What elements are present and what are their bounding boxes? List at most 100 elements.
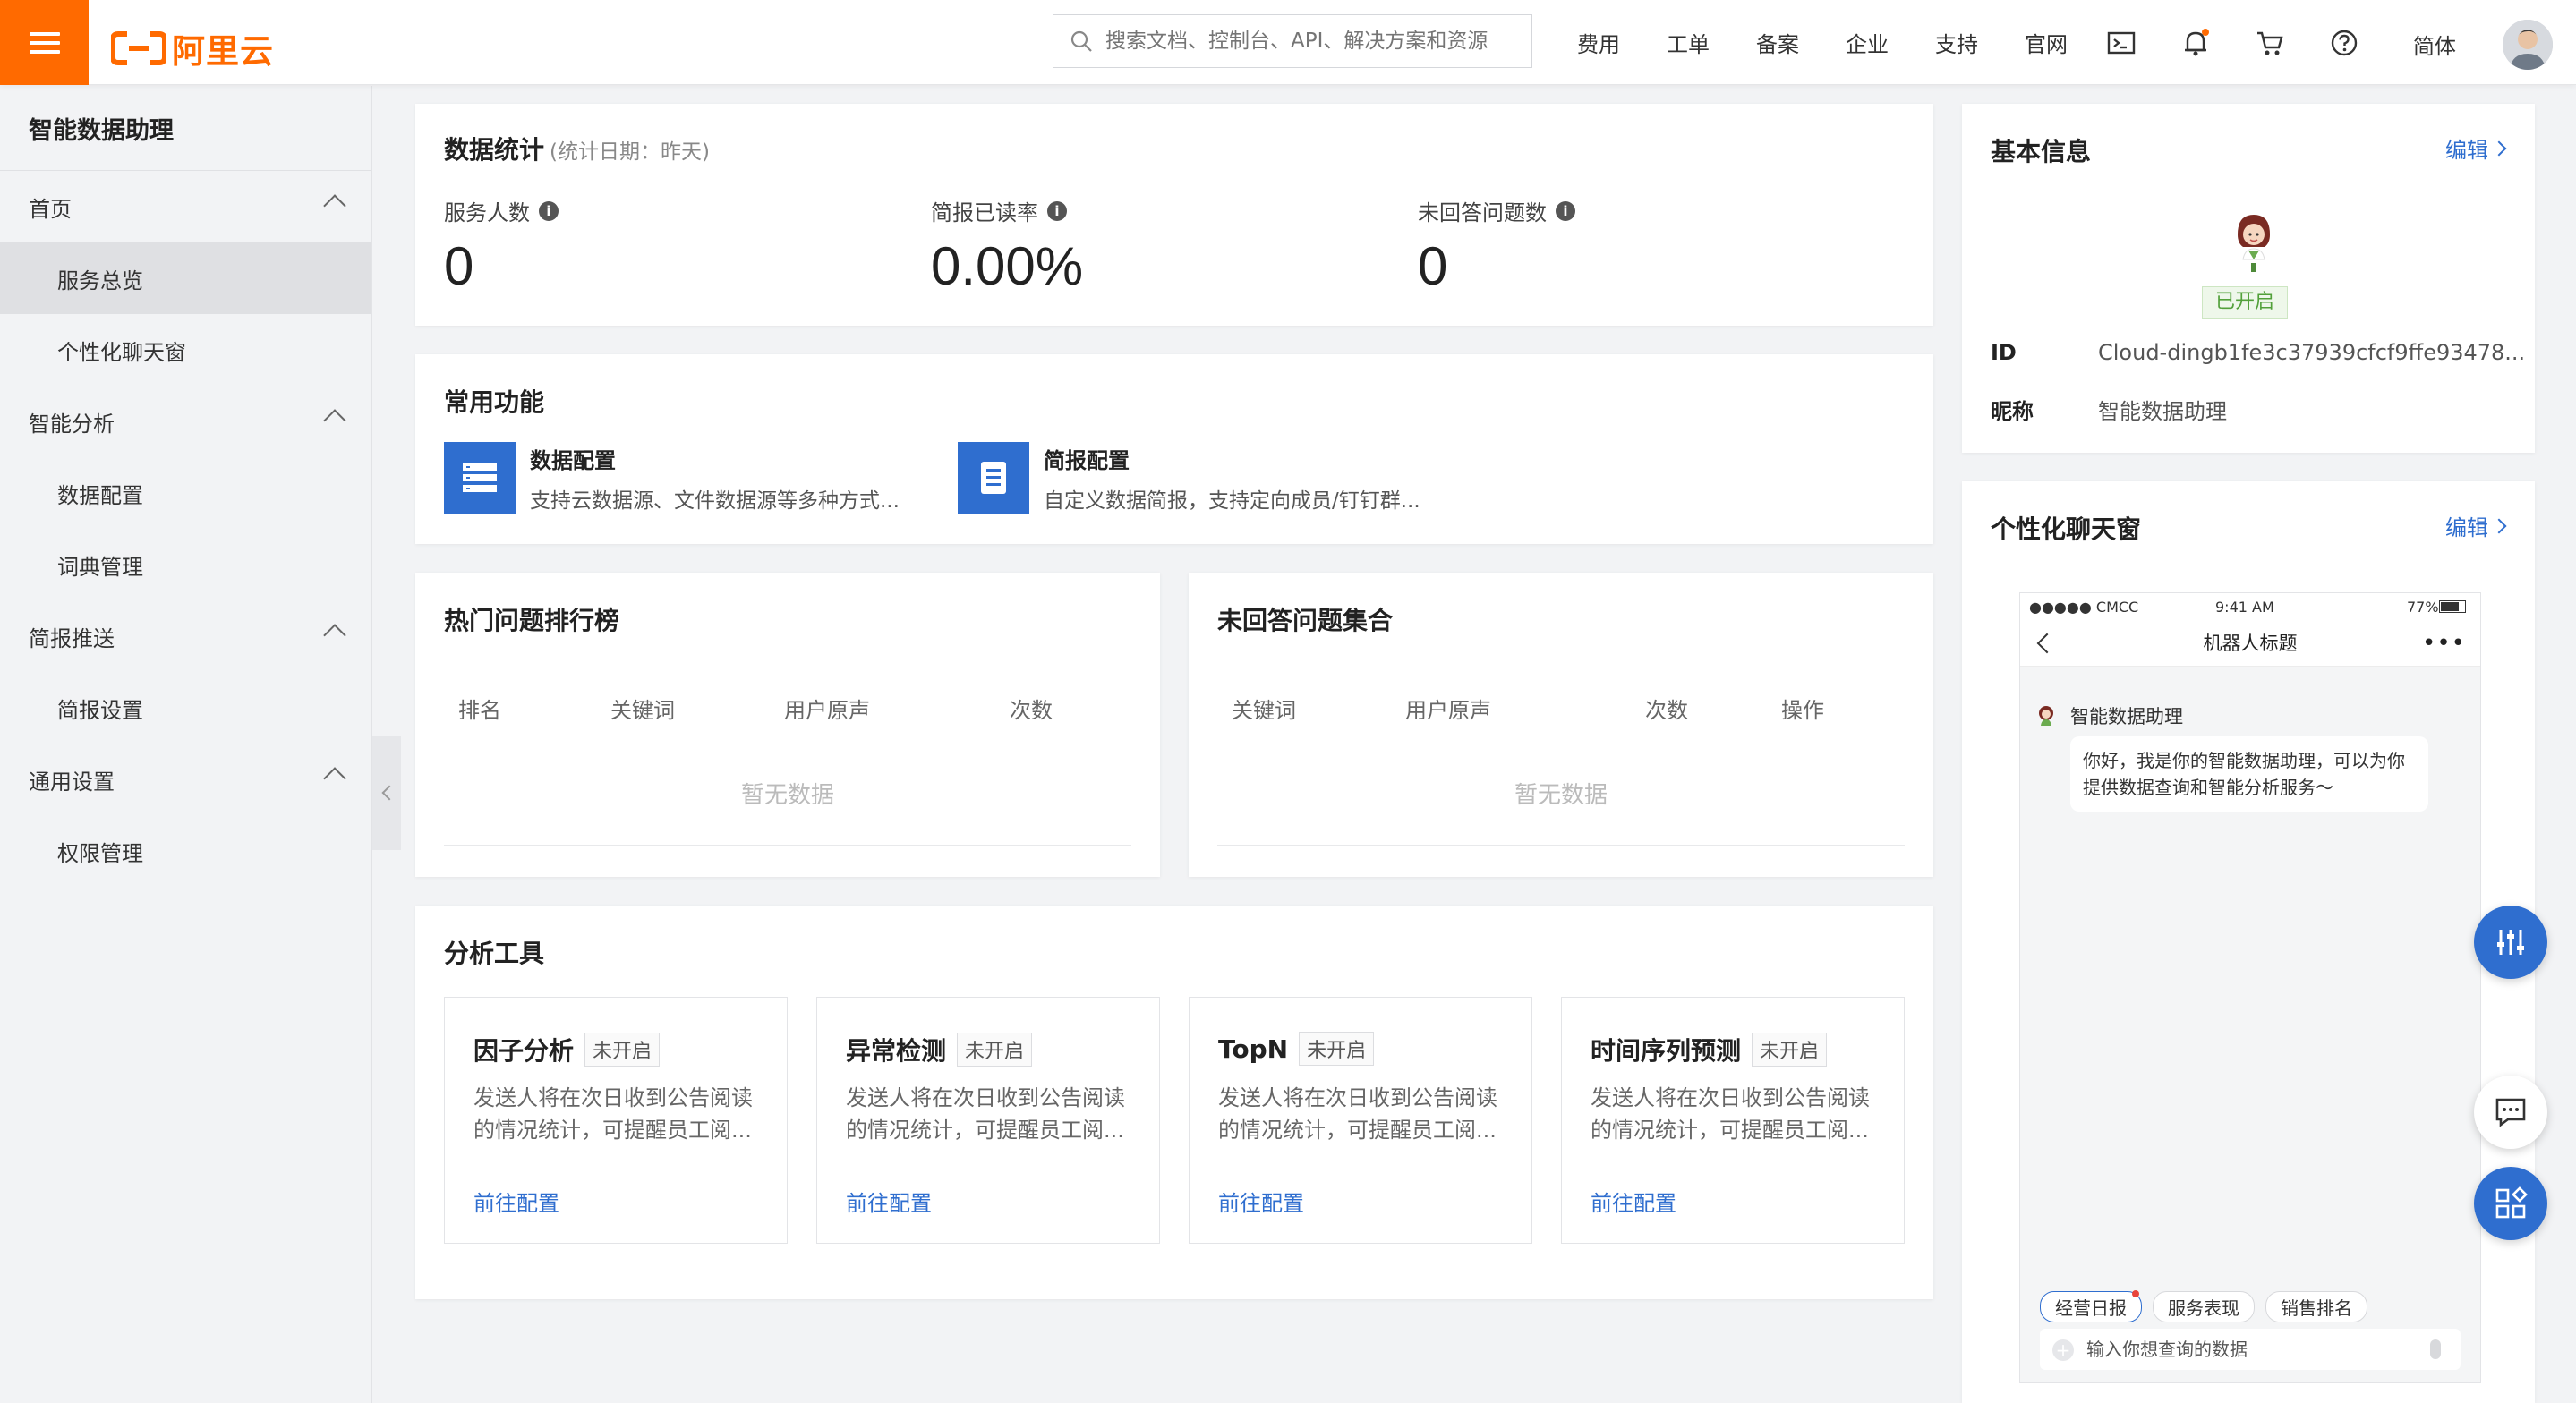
chevron-up-icon — [323, 624, 346, 647]
input-placeholder: 输入你想查询的数据 — [2086, 1339, 2248, 1360]
function-desc: 自定义数据简报，支持定向成员/钉钉群... — [1044, 489, 1420, 513]
more-icon[interactable]: ••• — [2422, 620, 2466, 667]
edit-basic-link[interactable]: 编辑 — [2445, 132, 2507, 164]
function-desc: 支持云数据源、文件数据源等多种方式... — [530, 489, 900, 513]
cart-icon[interactable] — [2252, 25, 2288, 61]
mic-icon[interactable] — [2430, 1339, 2441, 1359]
nickname-label: 昵称 — [1991, 399, 2034, 424]
divider — [444, 845, 1131, 846]
help-icon[interactable] — [2326, 25, 2362, 61]
col-keyword: 关键词 — [1232, 698, 1296, 723]
configure-link[interactable]: 前往配置 — [473, 1186, 559, 1217]
sliders-icon — [2497, 930, 2524, 955]
function-data-config[interactable]: 数据配置 支持云数据源、文件数据源等多种方式... — [444, 442, 900, 514]
tool-time-series: 时间序列预测 未开启 发送人将在次日收到公告阅读的情况统计，可提醒员工阅... 前… — [1561, 997, 1905, 1244]
chevron-up-icon — [323, 409, 346, 432]
plus-icon[interactable]: + — [2052, 1339, 2074, 1361]
stat-label: 未回答问题数 — [1418, 200, 1547, 225]
info-icon[interactable]: i — [1556, 200, 1575, 221]
nav-enterprise[interactable]: 企业 — [1846, 27, 1889, 58]
sidebar: 智能数据助理 首页 服务总览 个性化聊天窗 智能分析 数据配置 词典管理 简报推… — [0, 86, 372, 1403]
chip-daily-report[interactable]: 经营日报 — [2040, 1290, 2142, 1322]
sidebar-collapse-handle[interactable] — [372, 736, 401, 850]
tool-name: 时间序列预测 — [1591, 1036, 1742, 1066]
chat-input[interactable]: + 输入你想查询的数据 — [2040, 1329, 2461, 1370]
tool-name: 因子分析 — [473, 1036, 575, 1066]
nav-icp[interactable]: 备案 — [1756, 27, 1799, 58]
search-input[interactable] — [1105, 30, 1517, 53]
sidebar-item-permissions[interactable]: 权限管理 — [0, 815, 371, 887]
chevron-right-icon — [2491, 518, 2507, 533]
id-value: Cloud-dingb1fe3c37939cfcf9ffe93478... — [2098, 340, 2526, 365]
chip-label: 经营日报 — [2055, 1297, 2127, 1319]
sidebar-item-service-overview[interactable]: 服务总览 — [0, 242, 371, 314]
top-bar: 阿里云 费用 工单 备案 企业 支持 官网 简体 — [0, 0, 2576, 85]
red-dot — [2132, 1290, 2139, 1297]
search-icon — [1070, 30, 1092, 52]
unanswered-title: 未回答问题集合 — [1217, 606, 1394, 635]
col-count: 次数 — [1645, 698, 1688, 723]
sidebar-group-analysis[interactable]: 智能分析 — [0, 386, 371, 457]
stat-label: 简报已读率 — [931, 200, 1038, 225]
sidebar-item-data-config[interactable]: 数据配置 — [0, 457, 371, 529]
stat-unanswered: 未回答问题数 i 0 — [1418, 195, 1575, 297]
apps-icon — [2495, 1186, 2528, 1219]
battery-icon — [2439, 600, 2466, 613]
sidebar-group-general[interactable]: 通用设置 — [0, 744, 371, 815]
configure-link[interactable]: 前往配置 — [1218, 1186, 1304, 1217]
tool-desc: 发送人将在次日收到公告阅读的情况统计，可提醒员工阅... — [473, 1085, 753, 1143]
robot-title: 机器人标题 — [2203, 633, 2298, 654]
function-briefing-config[interactable]: 简报配置 自定义数据简报，支持定向成员/钉钉群... — [958, 442, 1420, 514]
sidebar-group-home[interactable]: 首页 — [0, 171, 371, 242]
tool-factor-analysis: 因子分析 未开启 发送人将在次日收到公告阅读的情况统计，可提醒员工阅... 前往配… — [444, 997, 788, 1244]
carrier: ●●●●● CMCC — [2029, 599, 2139, 616]
sidebar-group-briefing[interactable]: 简报推送 — [0, 600, 371, 672]
configure-link[interactable]: 前往配置 — [846, 1186, 932, 1217]
analysis-tools-card: 分析工具 因子分析 未开启 发送人将在次日收到公告阅读的情况统计，可提醒员工阅..… — [415, 906, 1933, 1299]
stat-read-rate: 简报已读率 i 0.00% — [931, 195, 1083, 297]
avatar[interactable] — [2503, 20, 2553, 70]
nav-tickets[interactable]: 工单 — [1667, 27, 1710, 58]
edit-chat-link[interactable]: 编辑 — [2445, 510, 2507, 541]
menu-button[interactable] — [0, 0, 89, 85]
back-icon[interactable] — [2036, 633, 2058, 654]
database-icon — [444, 442, 516, 514]
sidebar-group-label: 通用设置 — [29, 769, 115, 795]
nickname-row: 昵称 智能数据助理 — [1991, 394, 2227, 425]
language-switch[interactable]: 简体 — [2413, 29, 2456, 60]
bot-name: 智能数据助理 — [2070, 706, 2183, 727]
chip-service-performance[interactable]: 服务表现 — [2153, 1291, 2255, 1322]
tool-name: TopN — [1218, 1033, 1289, 1064]
search-box[interactable] — [1053, 14, 1532, 68]
brand-name: 阿里云 — [172, 32, 274, 71]
apps-fab[interactable] — [2474, 1167, 2547, 1240]
tool-anomaly-detection: 异常检测 未开启 发送人将在次日收到公告阅读的情况统计，可提醒员工阅... 前往配… — [816, 997, 1160, 1244]
terminal-icon[interactable] — [2103, 25, 2139, 61]
tool-desc: 发送人将在次日收到公告阅读的情况统计，可提醒员工阅... — [1591, 1085, 1870, 1143]
sidebar-item-dictionary[interactable]: 词典管理 — [0, 529, 371, 600]
nav-support[interactable]: 支持 — [1935, 27, 1978, 58]
logo[interactable]: 阿里云 — [111, 24, 274, 72]
stats-subtitle: (统计日期：昨天) — [550, 140, 710, 164]
sidebar-item-chat-window[interactable]: 个性化聊天窗 — [0, 314, 371, 386]
settings-fab[interactable] — [2474, 906, 2547, 979]
feedback-fab[interactable] — [2474, 1076, 2547, 1149]
info-icon[interactable]: i — [539, 200, 559, 221]
configure-link[interactable]: 前往配置 — [1591, 1186, 1676, 1217]
nav-official-site[interactable]: 官网 — [2025, 27, 2068, 58]
info-icon[interactable]: i — [1047, 200, 1067, 221]
tool-desc: 发送人将在次日收到公告阅读的情况统计，可提醒员工阅... — [846, 1085, 1125, 1143]
col-user-voice: 用户原声 — [1405, 698, 1491, 723]
nav-fees[interactable]: 费用 — [1577, 27, 1620, 58]
sidebar-item-briefing-settings[interactable]: 简报设置 — [0, 672, 371, 744]
sidebar-group-label: 简报推送 — [29, 625, 115, 651]
stat-label: 服务人数 — [444, 200, 530, 225]
sidebar-group-label: 首页 — [29, 196, 72, 222]
document-icon — [958, 442, 1029, 514]
robot-avatar-icon — [2238, 215, 2270, 272]
table-header: 排名 关键词 用户原声 次数 — [444, 693, 1131, 728]
bell-icon[interactable] — [2178, 25, 2213, 61]
chip-sales-ranking[interactable]: 销售排名 — [2265, 1291, 2367, 1322]
bot-small-avatar — [2034, 704, 2058, 727]
chevron-up-icon — [323, 194, 346, 217]
